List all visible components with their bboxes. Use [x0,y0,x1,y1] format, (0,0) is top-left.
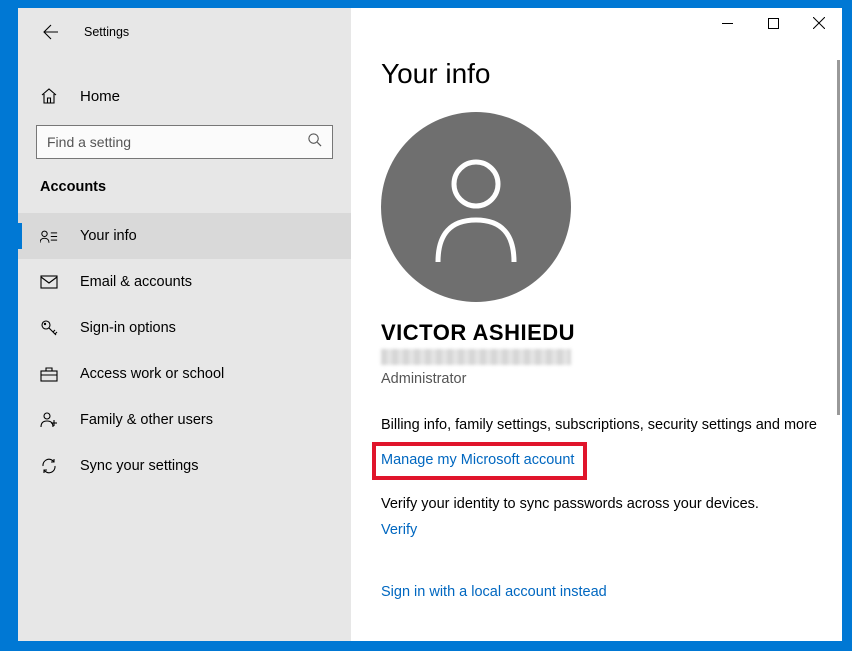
scrollbar[interactable] [837,60,840,415]
user-role: Administrator [381,371,822,387]
verify-link[interactable]: Verify [381,522,417,538]
sidebar-item-sync-settings[interactable]: Sync your settings [18,443,351,489]
sidebar-item-label: Access work or school [80,366,224,382]
minimize-button[interactable] [704,8,750,38]
sidebar-item-label: Email & accounts [80,274,192,290]
window-controls [704,8,842,38]
billing-description: Billing info, family settings, subscript… [381,417,822,433]
sidebar-item-signin-options[interactable]: Sign-in options [18,305,351,351]
avatar-placeholder-icon [426,152,526,262]
close-icon [813,17,825,29]
highlighted-callout: Manage my Microsoft account [372,442,587,480]
search-icon [307,132,322,152]
home-label: Home [80,88,120,105]
email-icon [40,275,60,289]
manage-microsoft-account-link[interactable]: Manage my Microsoft account [381,452,574,468]
user-info-icon [40,229,60,244]
sidebar-item-family-users[interactable]: Family & other users [18,397,351,443]
sidebar-item-label: Your info [80,228,137,244]
page-title: Your info [381,58,822,90]
back-arrow-icon [43,24,59,40]
user-name: VICTOR ASHIEDU [381,320,822,346]
search-input[interactable] [47,134,307,150]
sidebar: Settings Home Accounts Your info E [18,8,351,641]
maximize-icon [768,18,779,29]
user-email-redacted [381,349,571,365]
local-account-link[interactable]: Sign in with a local account instead [381,584,607,600]
back-button[interactable] [40,21,62,43]
settings-window: Settings Home Accounts Your info E [18,8,842,641]
category-label: Accounts [18,179,351,213]
titlebar: Settings [18,17,351,47]
window-title: Settings [84,25,129,39]
minimize-icon [722,18,733,29]
sidebar-item-email-accounts[interactable]: Email & accounts [18,259,351,305]
briefcase-icon [40,366,60,382]
sidebar-item-label: Family & other users [80,412,213,428]
avatar [381,112,571,302]
maximize-button[interactable] [750,8,796,38]
sidebar-item-your-info[interactable]: Your info [18,213,351,259]
family-icon [40,411,60,429]
sync-icon [40,457,60,475]
home-nav[interactable]: Home [18,77,351,115]
key-icon [40,319,60,337]
sidebar-item-label: Sign-in options [80,320,176,336]
sidebar-item-label: Sync your settings [80,458,198,474]
home-icon [40,87,60,105]
verify-description: Verify your identity to sync passwords a… [381,496,822,512]
sidebar-item-work-school[interactable]: Access work or school [18,351,351,397]
content-area: Your info VICTOR ASHIEDU Administrator B… [351,8,842,641]
close-button[interactable] [796,8,842,38]
search-input-container[interactable] [36,125,333,159]
